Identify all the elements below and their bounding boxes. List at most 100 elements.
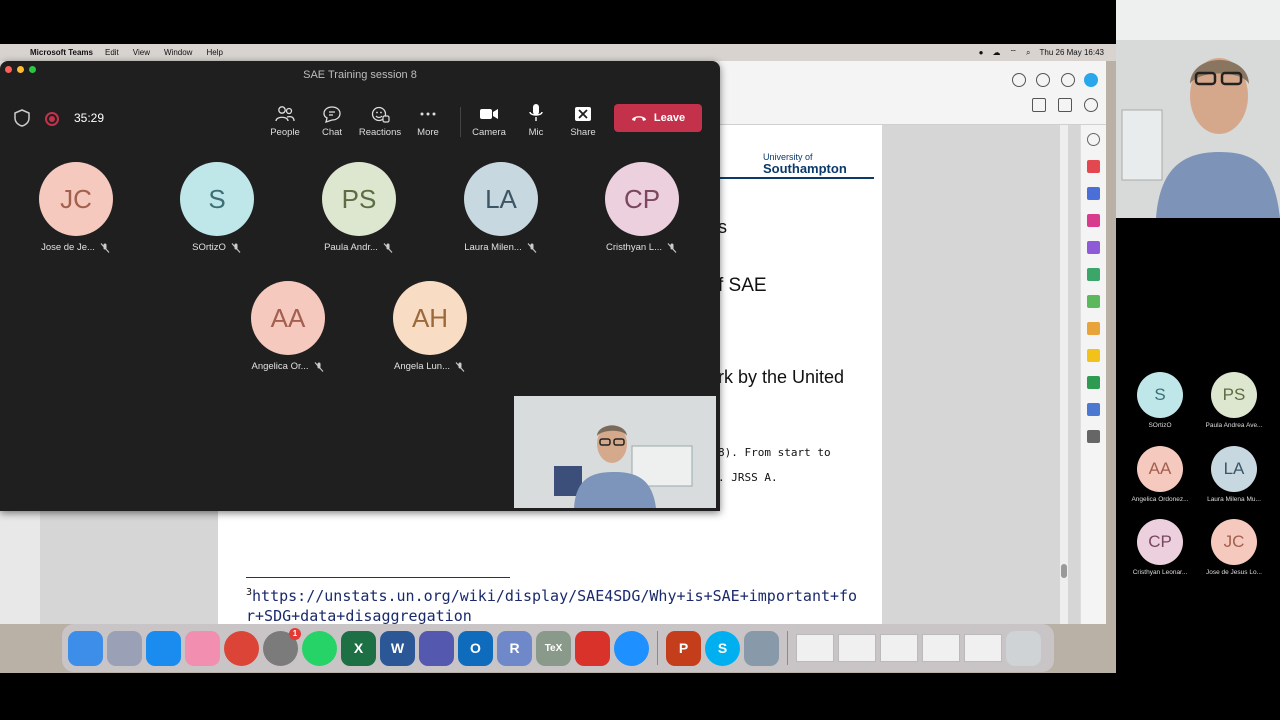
preview-icon[interactable] xyxy=(744,630,779,666)
photos-icon[interactable] xyxy=(185,630,220,666)
clock-text[interactable]: Thu 26 May 16:43 xyxy=(1040,48,1104,57)
side-participant-tile[interactable]: CP Cristhyan Leonar... xyxy=(1123,519,1197,576)
settings-icon[interactable]: 1 xyxy=(263,627,301,666)
skype-icon[interactable]: S xyxy=(705,630,740,666)
word-icon[interactable]: W xyxy=(380,630,415,666)
side-participant-tile[interactable]: PS Paula Andrea Ave... xyxy=(1197,372,1271,429)
minimized-window[interactable] xyxy=(838,634,876,662)
mic-label: Mic xyxy=(528,127,544,138)
footnote-rule xyxy=(246,577,510,578)
participant-name-text: SOrtizO xyxy=(192,242,226,253)
participant-name-text: Laura Milen... xyxy=(464,242,522,253)
menu-edit[interactable]: Edit xyxy=(105,48,119,57)
people-button[interactable]: People xyxy=(260,101,310,138)
participant-tile[interactable]: LA Laura Milen... xyxy=(446,162,556,253)
menu-window[interactable]: Window xyxy=(164,48,192,57)
participant-tile[interactable]: AH Angela Lun... xyxy=(375,281,485,372)
user-icon[interactable] xyxy=(1084,98,1098,112)
file-icon[interactable] xyxy=(1087,322,1100,335)
status-bar: ● ☁ ⌔ ⌕ Thu 26 May 16:43 xyxy=(979,48,1104,58)
participant-tile[interactable]: JC Jose de Je... xyxy=(21,162,131,253)
outlook-icon[interactable]: O xyxy=(458,630,493,666)
menu-view[interactable]: View xyxy=(133,48,150,57)
mail-icon[interactable] xyxy=(1058,98,1072,112)
protect-icon[interactable] xyxy=(1087,403,1100,416)
participant-tile[interactable]: PS Paula Andr... xyxy=(304,162,414,253)
pdf-tool-icon[interactable] xyxy=(1087,160,1100,173)
chat-button[interactable]: Chat xyxy=(307,101,357,138)
edit-icon[interactable] xyxy=(1087,241,1100,254)
print-icon[interactable] xyxy=(1087,376,1100,389)
menu-help[interactable]: Help xyxy=(206,48,222,57)
whatsapp-icon[interactable] xyxy=(302,630,337,666)
pdf-scrollbar[interactable] xyxy=(1060,125,1068,624)
excel-app-icon[interactable]: X xyxy=(341,630,376,666)
bell-icon[interactable] xyxy=(1061,73,1075,87)
minimized-window[interactable] xyxy=(880,634,918,662)
account-icon[interactable] xyxy=(1084,73,1098,87)
app-store-icon[interactable] xyxy=(146,630,181,666)
chat-icon xyxy=(323,106,341,123)
share-button[interactable]: Share xyxy=(558,101,608,138)
participant-tile[interactable]: S SOrtizO xyxy=(162,162,272,253)
excel-icon[interactable] xyxy=(1087,295,1100,308)
side-participant-tile[interactable]: JC Jose de Jesus Lo... xyxy=(1197,519,1271,576)
zoom-icon[interactable] xyxy=(1087,133,1100,146)
chrome-icon[interactable] xyxy=(224,630,259,666)
avatar: CP xyxy=(1137,519,1183,565)
minimized-window[interactable] xyxy=(922,634,960,662)
reactions-button[interactable]: Reactions xyxy=(355,101,405,138)
participant-tile[interactable]: CP Cristhyan L... xyxy=(587,162,697,253)
help-icon[interactable] xyxy=(1036,73,1050,87)
camera-button[interactable]: Camera xyxy=(464,101,514,138)
acrobat-icon[interactable] xyxy=(575,630,610,666)
organize-icon[interactable] xyxy=(1087,214,1100,227)
page-text-fragment: f SAE xyxy=(718,275,767,296)
status-icon[interactable]: ● xyxy=(979,48,984,57)
finder-icon[interactable] xyxy=(68,630,103,666)
convert-icon[interactable] xyxy=(1087,268,1100,281)
self-video-preview[interactable] xyxy=(514,396,716,508)
r-icon[interactable]: R xyxy=(497,630,532,666)
minimized-window[interactable] xyxy=(964,634,1002,662)
people-label: People xyxy=(270,127,300,138)
mic-button[interactable]: Mic xyxy=(511,101,561,138)
export-icon[interactable] xyxy=(1087,187,1100,200)
avatar: AA xyxy=(251,281,325,355)
more-button[interactable]: More xyxy=(403,101,453,138)
search-icon[interactable]: ⌕ xyxy=(1026,48,1030,58)
participant-tile[interactable]: AA Angelica Or... xyxy=(233,281,343,372)
share-icon[interactable] xyxy=(1012,73,1026,87)
notification-badge: 1 xyxy=(289,627,301,640)
more-label: More xyxy=(417,127,439,138)
shield-icon[interactable] xyxy=(14,109,30,127)
side-participant-tile[interactable]: AA Angelica Ordonez... xyxy=(1123,446,1197,503)
cloud-icon[interactable]: ☁ xyxy=(993,48,1001,57)
tex-icon[interactable]: TeX xyxy=(536,630,571,666)
minimized-window[interactable] xyxy=(796,634,834,662)
close-window-button[interactable] xyxy=(5,66,12,73)
participant-name-text: Cristhyan L... xyxy=(606,242,662,253)
scroll-thumb[interactable] xyxy=(1061,564,1067,578)
side-participant-tile[interactable]: LA Laura Milena Mu... xyxy=(1197,446,1271,503)
comment-icon[interactable] xyxy=(1087,349,1100,362)
launchpad-icon[interactable] xyxy=(107,630,142,666)
leave-button[interactable]: Leave xyxy=(614,104,702,132)
footnote-link[interactable]: 3https://unstats.un.org/wiki/display/SAE… xyxy=(246,583,866,626)
mic-icon xyxy=(529,104,543,121)
avatar: LA xyxy=(1211,446,1257,492)
powerpoint-icon[interactable]: P xyxy=(666,630,701,666)
wifi-icon[interactable]: ⌔ xyxy=(1010,48,1018,58)
safari-icon[interactable] xyxy=(614,630,649,666)
tools-icon[interactable] xyxy=(1087,430,1100,443)
trash-icon[interactable] xyxy=(1006,630,1041,666)
side-participant-name: SOrtizO xyxy=(1148,422,1172,429)
zoom-window-button[interactable] xyxy=(29,66,36,73)
menu-app-name[interactable]: Microsoft Teams xyxy=(30,48,93,57)
side-participant-tile[interactable]: S SOrtizO xyxy=(1123,372,1197,429)
minimize-window-button[interactable] xyxy=(17,66,24,73)
sign-icon[interactable] xyxy=(1032,98,1046,112)
page-text-fragment: . JRSS A. xyxy=(718,471,778,484)
footnote-url[interactable]: https://unstats.un.org/wiki/display/SAE4… xyxy=(246,587,857,625)
teams-icon[interactable] xyxy=(419,630,454,666)
